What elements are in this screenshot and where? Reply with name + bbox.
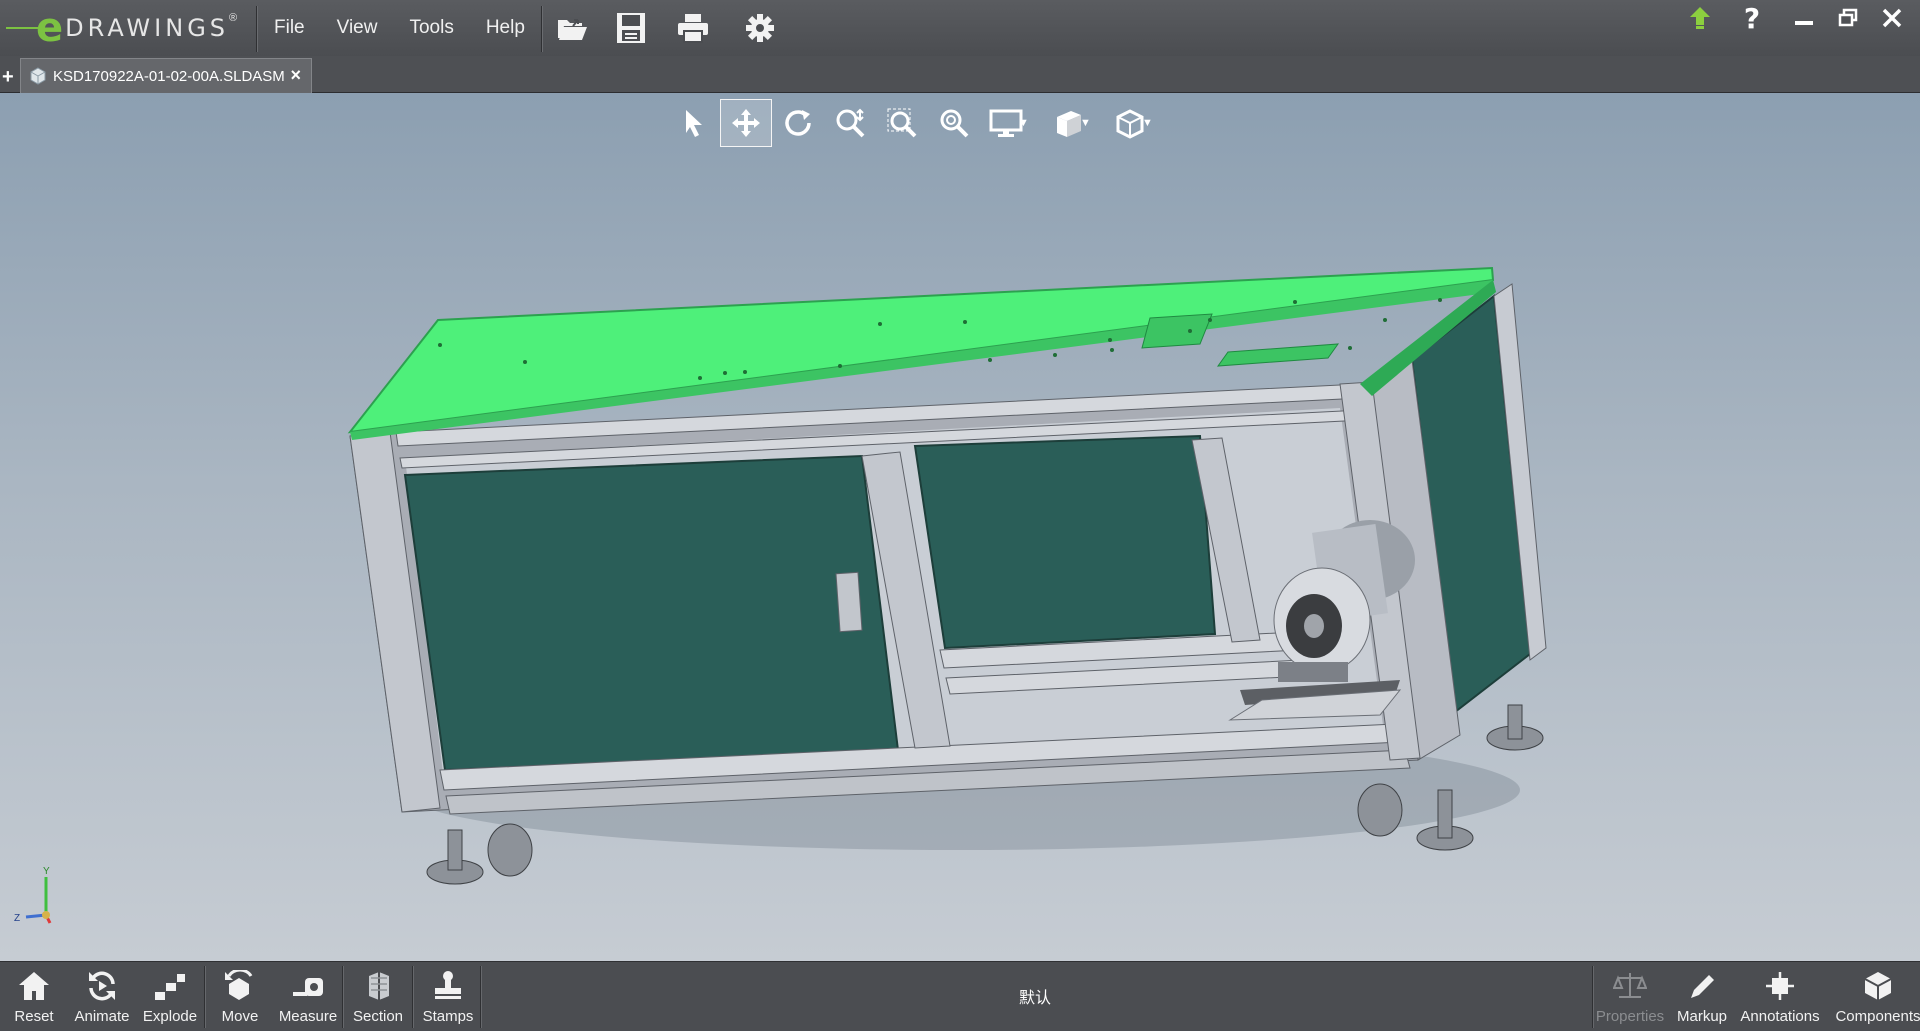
open-icon <box>558 19 587 40</box>
components-button[interactable]: Components <box>1835 962 1920 1031</box>
model-viewport[interactable]: Y Z <box>0 93 1920 961</box>
markup-icon <box>1691 975 1714 998</box>
select-button[interactable] <box>668 99 720 147</box>
section-label: Section <box>352 1008 404 1025</box>
measure-label: Measure <box>278 1008 338 1025</box>
tab-title: KSD170922A-01-02-00A.SLDASM <box>53 67 285 85</box>
view-orientation-dropdown-icon[interactable]: ▼ <box>1080 117 1098 129</box>
settings-button[interactable] <box>738 6 782 50</box>
zoom-icon <box>940 109 969 138</box>
print-icon <box>678 14 708 43</box>
reset-button[interactable]: Reset <box>0 962 68 1031</box>
print-button[interactable] <box>671 6 715 50</box>
edrawings-logo: e DRAWINGS ® <box>6 4 252 52</box>
save-icon <box>617 13 645 43</box>
minimize-button[interactable] <box>1782 2 1826 34</box>
help-button[interactable]: ? <box>1722 1 1782 35</box>
logo-e: e <box>36 5 64 51</box>
explode-button[interactable]: Explode <box>136 962 204 1031</box>
move-label: Move <box>221 1008 259 1025</box>
rotate-icon <box>785 110 811 136</box>
separator <box>541 6 542 52</box>
properties-label: Properties <box>1595 1008 1665 1025</box>
separator <box>412 966 413 1028</box>
minimize-icon <box>1795 21 1813 25</box>
markup-button[interactable]: Markup <box>1668 962 1736 1031</box>
separator <box>342 966 343 1028</box>
explode-icon <box>155 974 185 1000</box>
assembly-model <box>347 266 1547 885</box>
title-bar: e DRAWINGS ® File View Tools Help ? <box>0 0 1920 57</box>
properties-icon <box>1613 973 1647 998</box>
tab-close-icon[interactable]: × <box>290 65 301 86</box>
axis-y-label: Y <box>43 866 50 877</box>
save-button[interactable] <box>609 6 653 50</box>
close-icon <box>1882 8 1902 28</box>
pan-button[interactable] <box>720 99 772 147</box>
measure-icon <box>293 978 323 996</box>
components-label: Components <box>1835 1008 1920 1025</box>
separator <box>1592 966 1593 1028</box>
stamps-icon <box>435 971 461 999</box>
menu-file[interactable]: File <box>258 17 321 39</box>
section-button[interactable]: Section <box>344 962 412 1031</box>
move-icon <box>225 970 253 1000</box>
rotate-button[interactable] <box>772 99 824 147</box>
new-tab-button[interactable]: + <box>2 66 14 89</box>
configuration-name[interactable]: 默认 <box>940 984 1130 1008</box>
assembly-icon <box>30 67 46 85</box>
document-tab[interactable]: KSD170922A-01-02-00A.SLDASM × <box>20 58 312 93</box>
close-window-button[interactable] <box>1870 2 1914 34</box>
zoom-to-fit-button[interactable] <box>824 99 876 147</box>
settings-icon <box>746 14 774 42</box>
separator <box>480 966 481 1028</box>
menu-help[interactable]: Help <box>470 17 541 39</box>
menu-view[interactable]: View <box>321 17 394 39</box>
separator <box>204 966 205 1028</box>
upload-icon <box>1690 7 1710 29</box>
stamps-label: Stamps <box>422 1008 474 1025</box>
restore-button[interactable] <box>1826 2 1870 34</box>
annotations-button[interactable]: Annotations <box>1740 962 1820 1031</box>
animate-button[interactable]: Animate <box>68 962 136 1031</box>
open-button[interactable] <box>550 6 594 50</box>
annotations-icon <box>1766 972 1794 1000</box>
view-toolbar: ▼ ▼ ▼ <box>668 98 1160 148</box>
pan-icon <box>732 109 760 137</box>
menu-tools[interactable]: Tools <box>393 17 469 39</box>
animate-icon <box>89 971 115 1001</box>
markup-label: Markup <box>1676 1008 1728 1025</box>
window-controls: ? <box>1678 1 1914 35</box>
measure-button[interactable]: Measure <box>274 962 342 1031</box>
logo-word: DRAWINGS <box>65 14 230 42</box>
zoom-to-area-icon <box>887 108 917 138</box>
axis-z-label: Z <box>14 913 20 924</box>
section-icon <box>369 972 389 1000</box>
properties-button[interactable]: Properties <box>1596 962 1664 1031</box>
standard-view-dropdown-icon[interactable]: ▼ <box>1142 117 1160 129</box>
separator <box>256 6 257 52</box>
zoom-to-fit-icon <box>836 108 865 138</box>
components-icon <box>1864 972 1892 1000</box>
zoom-to-area-button[interactable] <box>876 99 928 147</box>
help-icon: ? <box>1743 1 1761 35</box>
home-icon <box>19 972 49 1000</box>
explode-label: Explode <box>142 1008 198 1025</box>
logo-mark: ® <box>229 12 238 24</box>
restore-icon <box>1838 8 1858 27</box>
menu-bar: File View Tools Help <box>258 0 541 56</box>
animate-label: Animate <box>74 1008 130 1025</box>
zoom-button[interactable] <box>928 99 980 147</box>
annotations-label: Annotations <box>1740 1008 1820 1025</box>
upload-button[interactable] <box>1678 2 1722 34</box>
axis-triad: Y Z <box>14 866 52 924</box>
stamps-button[interactable]: Stamps <box>414 962 482 1031</box>
select-icon <box>686 110 702 137</box>
move-button[interactable]: Move <box>206 962 274 1031</box>
reset-label: Reset <box>14 1008 54 1025</box>
display-style-dropdown-icon[interactable]: ▼ <box>1018 117 1036 129</box>
